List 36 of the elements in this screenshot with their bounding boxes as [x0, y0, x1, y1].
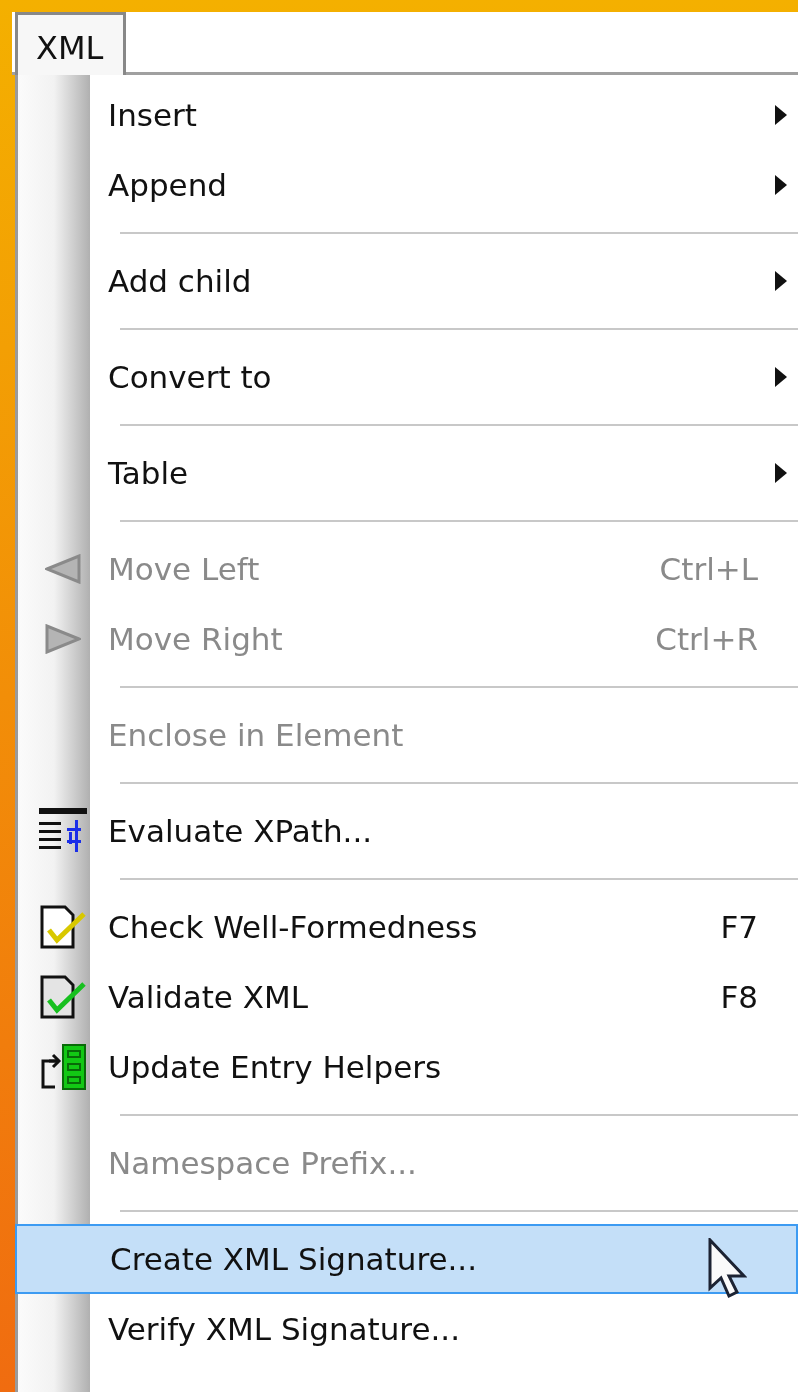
menu-item[interactable]: Add child: [18, 246, 798, 316]
document-check-icon: [39, 974, 87, 1020]
shortcut-label: Ctrl+R: [655, 621, 758, 657]
left-triangle-icon: [45, 554, 81, 584]
menu-item-label: Namespace Prefix...: [108, 1145, 417, 1181]
menu-item-label: Add child: [108, 263, 252, 299]
menu-item-label: Validate XML: [108, 979, 309, 1015]
menu-item[interactable]: Convert to: [18, 342, 798, 412]
menu-item-label: Append: [108, 167, 227, 203]
shortcut-label: Ctrl+L: [659, 551, 758, 587]
menu-tab[interactable]: XML: [15, 12, 127, 75]
document-check-icon: [39, 904, 87, 950]
menu-item-label: Verify XML Signature...: [108, 1311, 461, 1347]
menu-item[interactable]: Append: [18, 150, 798, 220]
menu-item[interactable]: Validate XML F8: [18, 962, 798, 1032]
cursor-icon: [707, 1238, 747, 1300]
menu-item[interactable]: Verify XML Signature...: [18, 1294, 798, 1364]
menu-item-label: Insert: [108, 97, 197, 133]
menu-item-label: Evaluate XPath...: [108, 813, 373, 849]
menu-item-label: Move Right: [108, 621, 283, 657]
menu-item-label: Create XML Signature...: [110, 1241, 478, 1277]
shortcut-label: F8: [720, 979, 758, 1015]
menu-item-label: Convert to: [108, 359, 272, 395]
menu-item[interactable]: Evaluate XPath...: [18, 796, 798, 866]
menu-item-label: Move Left: [108, 551, 260, 587]
menu-item-label: Check Well-Formedness: [108, 909, 478, 945]
menu-item[interactable]: Insert: [18, 80, 798, 150]
menu-item[interactable]: Table: [18, 438, 798, 508]
menu-item[interactable]: Update Entry Helpers: [18, 1032, 798, 1102]
menu-item-label: Enclose in Element: [108, 717, 404, 753]
right-triangle-icon: [45, 624, 81, 654]
list-icon: [39, 1043, 87, 1091]
menu-item-label: Update Entry Helpers: [108, 1049, 442, 1085]
menu-item[interactable]: Check Well-Formedness F7: [18, 892, 798, 962]
menu-item-label: Table: [108, 455, 189, 491]
shortcut-label: F7: [720, 909, 758, 945]
